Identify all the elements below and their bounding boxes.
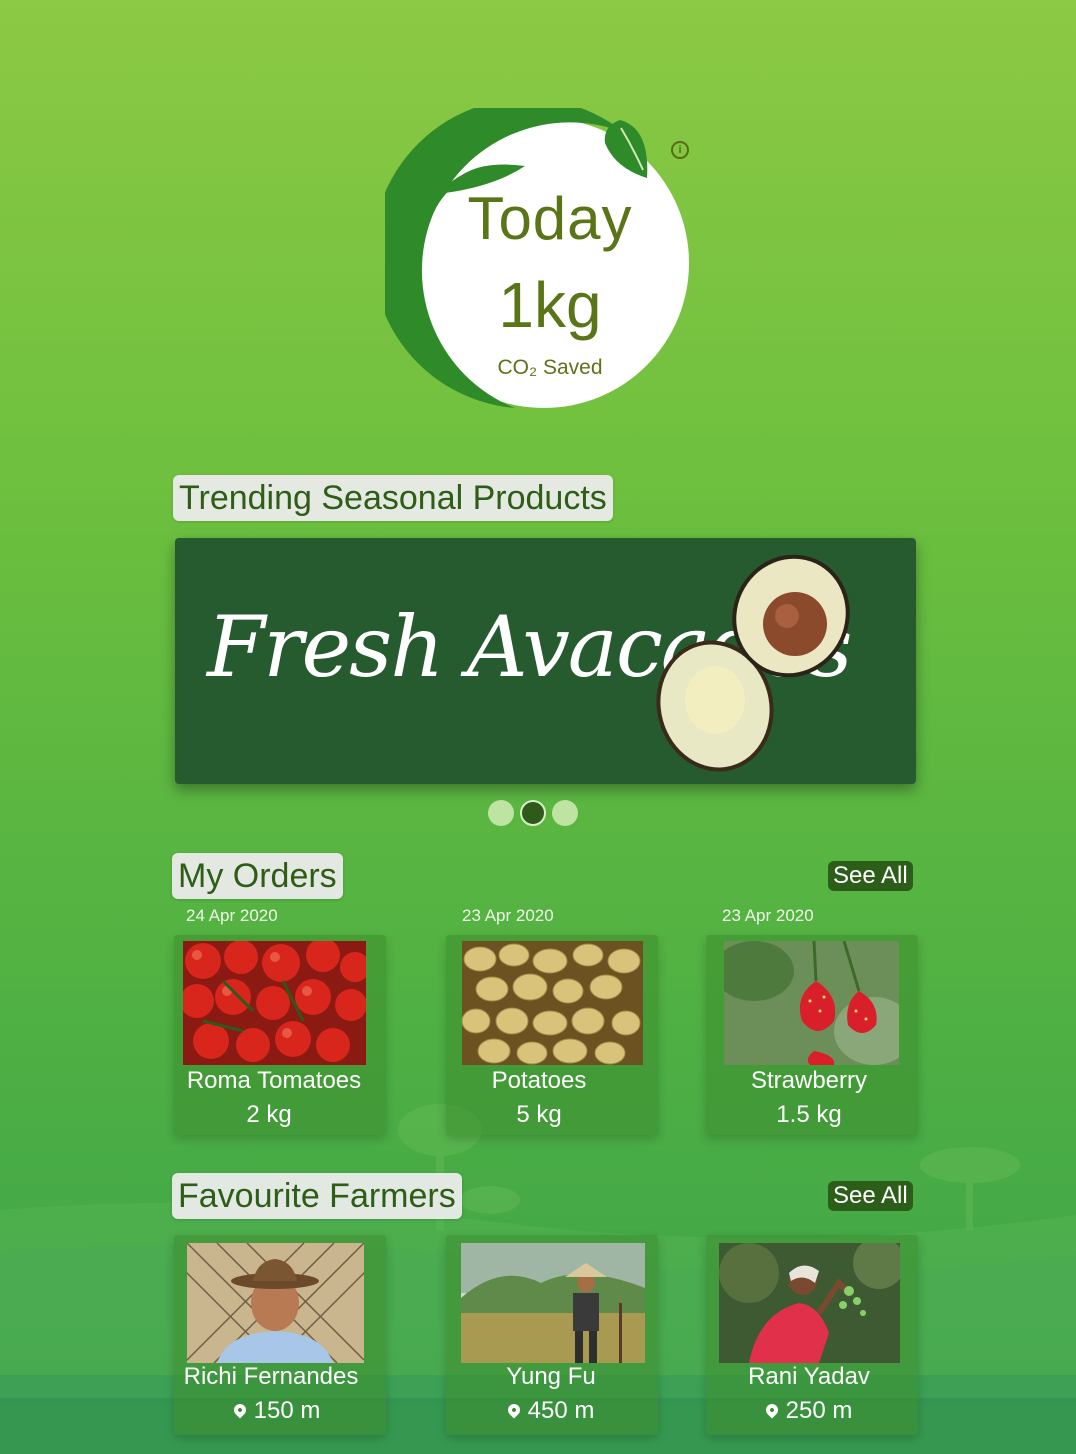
order-card-potatoes[interactable]: Potatoes 5 kg [446,935,658,1135]
tomatoes-image [183,941,366,1065]
farmer-name: Yung Fu [506,1363,596,1390]
farmer-distance: 250 m [706,1397,912,1425]
avocado-image [656,554,850,772]
farmer-card-richi[interactable]: Richi Fernandes 150 m [174,1235,386,1435]
order-quantity: 2 kg [246,1101,292,1128]
farmer-card-yung[interactable]: Yung Fu 450 m [446,1235,658,1435]
order-quantity: 5 kg [516,1101,562,1128]
farmer-name: Rani Yadav [748,1363,870,1390]
potatoes-image [462,941,643,1065]
farmer-distance: 450 m [446,1397,656,1425]
orders-see-all-button[interactable]: See All [828,861,913,891]
farmer-yung-photo [461,1243,645,1363]
farmer-name: Richi Fernandes [183,1363,359,1390]
carousel-dot-1[interactable] [488,800,514,826]
trending-title: Trending Seasonal Products [173,475,613,521]
order-card-tomatoes[interactable]: Roma Tomatoes 2 kg [174,935,386,1135]
co2-amount: 1kg [498,269,602,341]
order-quantity: 1.5 kg [776,1101,842,1128]
order-date: 23 Apr 2020 [462,906,554,925]
co2-period: Today [467,185,633,252]
farmer-rani-photo [719,1243,900,1363]
trending-banner[interactable]: Fresh Avacados [175,538,916,784]
co2-label: CO₂ Saved [497,356,603,379]
location-pin-icon [505,1401,523,1419]
farmer-card-rani[interactable]: Rani Yadav 250 m [706,1235,918,1435]
co2-saved-badge: i Today 1kg CO₂ Saved [385,108,705,418]
carousel-dot-2-active[interactable] [520,800,546,826]
favourite-farmers-title: Favourite Farmers [172,1173,462,1219]
carousel-dots [488,800,578,826]
my-orders-title: My Orders [172,853,343,899]
location-pin-icon [763,1401,781,1419]
order-date: 24 Apr 2020 [186,906,278,925]
farmer-richi-photo [187,1243,364,1363]
info-icon[interactable]: i [671,141,689,159]
farmers-see-all-button[interactable]: See All [828,1181,913,1211]
carousel-dot-3[interactable] [552,800,578,826]
strawberry-image [724,941,899,1065]
order-product-name: Strawberry [750,1067,868,1094]
farmer-distance: 150 m [174,1397,380,1425]
location-pin-icon [231,1401,249,1419]
order-product-name: Roma Tomatoes [186,1067,362,1094]
order-product-name: Potatoes [491,1067,587,1094]
order-card-strawberry[interactable]: Strawberry 1.5 kg [706,935,918,1135]
order-date: 23 Apr 2020 [722,906,814,925]
